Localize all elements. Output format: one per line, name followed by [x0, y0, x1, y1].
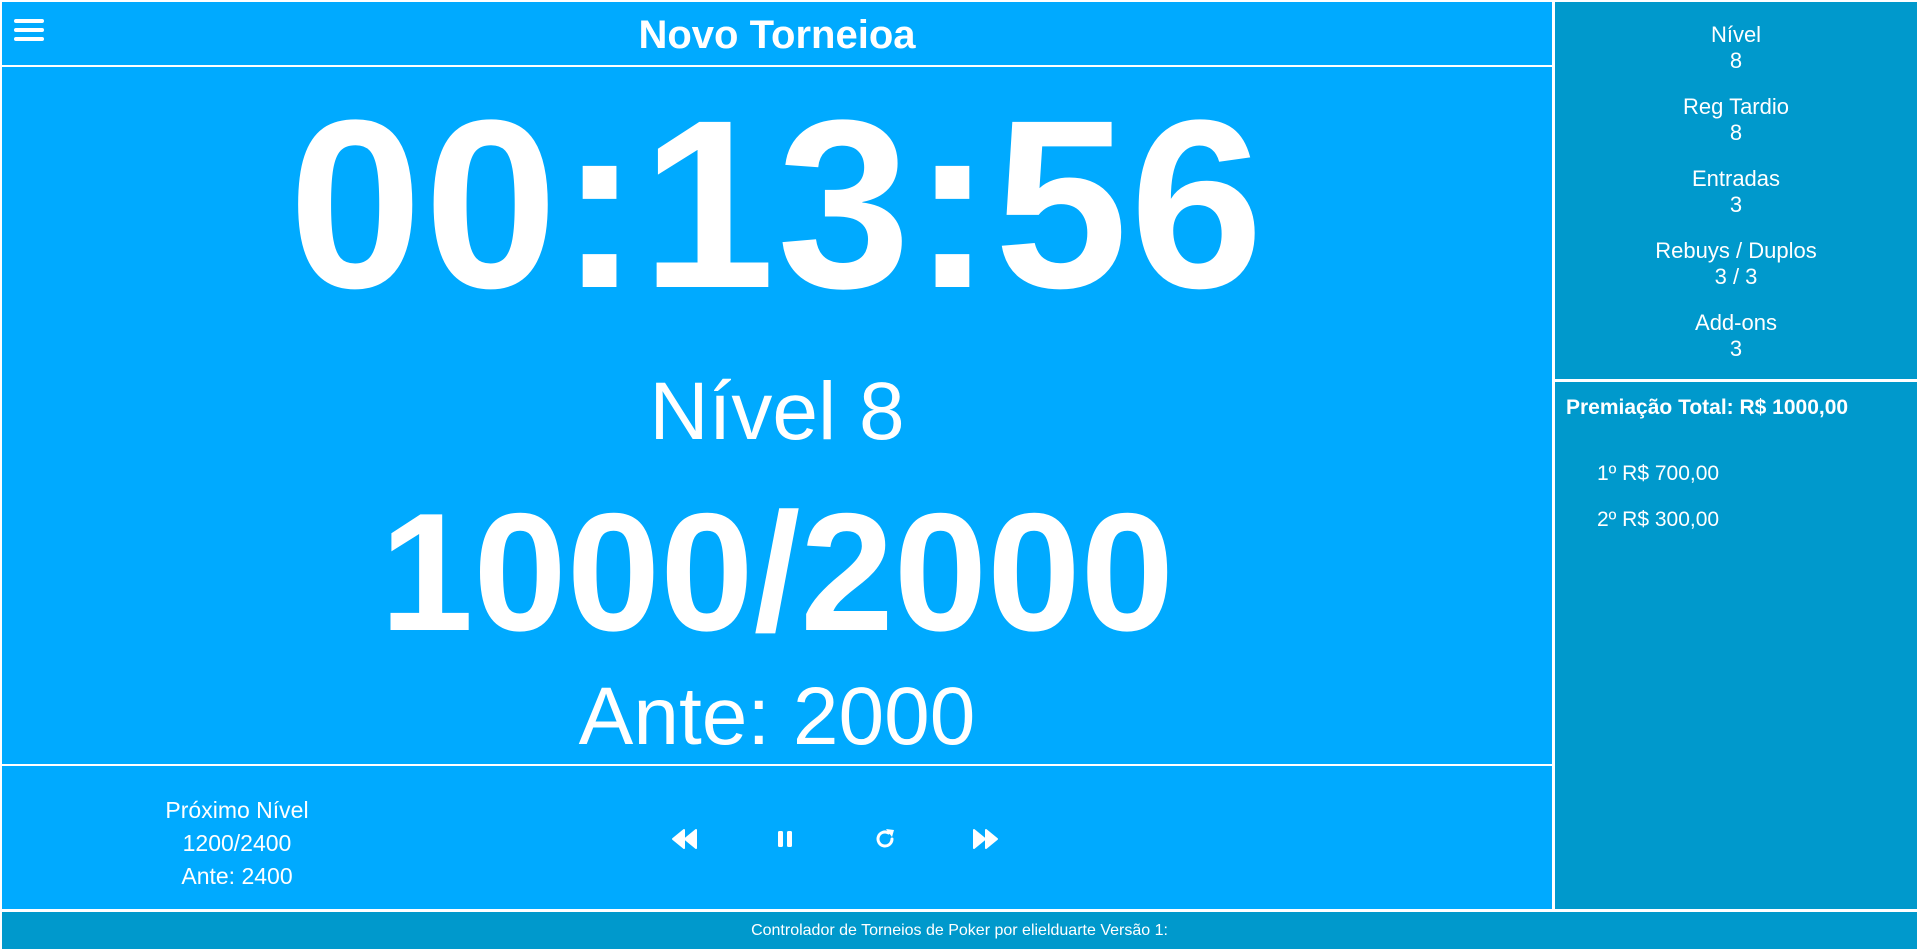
- rewind-button[interactable]: [668, 824, 702, 854]
- stat-addons-label: Add-ons: [1695, 310, 1777, 335]
- current-blinds: 1000/2000: [379, 478, 1175, 666]
- stat-entries-label: Entradas: [1691, 166, 1781, 191]
- countdown-clock: 00:13:56: [288, 70, 1266, 338]
- stat-rebuys-label: Rebuys / Duplos: [1655, 238, 1817, 263]
- footer: Controlador de Torneios de Poker por eli…: [2, 912, 1917, 949]
- stat-addons-value: 3: [1729, 336, 1743, 361]
- prize-place-1: 1º R$ 700,00: [1597, 462, 1720, 485]
- header: Novo Torneioa: [2, 2, 1552, 67]
- stat-late-reg-label: Reg Tardio: [1683, 94, 1789, 119]
- pause-icon: [778, 831, 792, 847]
- tournament-title: Novo Torneioa: [638, 13, 916, 57]
- stat-rebuys-value: 3 / 3: [1714, 264, 1758, 289]
- stat-rebuys: Rebuys / Duplos 3 / 3: [1555, 238, 1917, 290]
- fast-forward-icon: [973, 829, 998, 849]
- stat-level-value: 8: [1729, 48, 1743, 73]
- stat-entries: Entradas 3: [1555, 166, 1917, 218]
- app-root: Novo Torneioa 00:13:56 Nível 8 1000/2000…: [0, 0, 1919, 951]
- pause-button[interactable]: [768, 824, 802, 854]
- rewind-icon: [672, 829, 697, 849]
- current-level-label: Nível 8: [649, 366, 905, 457]
- next-level-info: Próximo Nível 1200/2400 Ante: 2400: [142, 794, 332, 893]
- current-ante: Ante: 2000: [578, 671, 976, 762]
- stat-level: Nível 8: [1555, 22, 1917, 74]
- stat-late-reg: Reg Tardio 8: [1555, 94, 1917, 146]
- tournament-stats: Nível 8 Reg Tardio 8 Entradas 3 Rebuys /…: [1555, 2, 1917, 382]
- stat-late-reg-value: 8: [1729, 120, 1743, 145]
- next-level-heading: Próximo Nível: [165, 797, 309, 823]
- restart-button[interactable]: [868, 824, 902, 854]
- next-level-ante: Ante: 2400: [181, 863, 293, 889]
- hamburger-menu-icon[interactable]: [14, 18, 44, 44]
- bottom-bar: Próximo Nível 1200/2400 Ante: 2400: [2, 764, 1552, 909]
- prize-place-2: 2º R$ 300,00: [1597, 508, 1720, 531]
- stat-addons: Add-ons 3: [1555, 310, 1917, 362]
- prize-total: Premiação Total: R$ 1000,00: [1566, 396, 1849, 419]
- next-level-blinds: 1200/2400: [182, 830, 292, 856]
- stat-level-label: Nível: [1710, 22, 1762, 47]
- stats-sidebar: Nível 8 Reg Tardio 8 Entradas 3 Rebuys /…: [1555, 2, 1917, 909]
- restart-icon: [876, 829, 894, 848]
- fast-forward-button[interactable]: [968, 824, 1002, 854]
- stat-entries-value: 3: [1729, 192, 1743, 217]
- timer-controls: [668, 824, 1002, 854]
- timer-panel: Novo Torneioa 00:13:56 Nível 8 1000/2000…: [2, 2, 1552, 909]
